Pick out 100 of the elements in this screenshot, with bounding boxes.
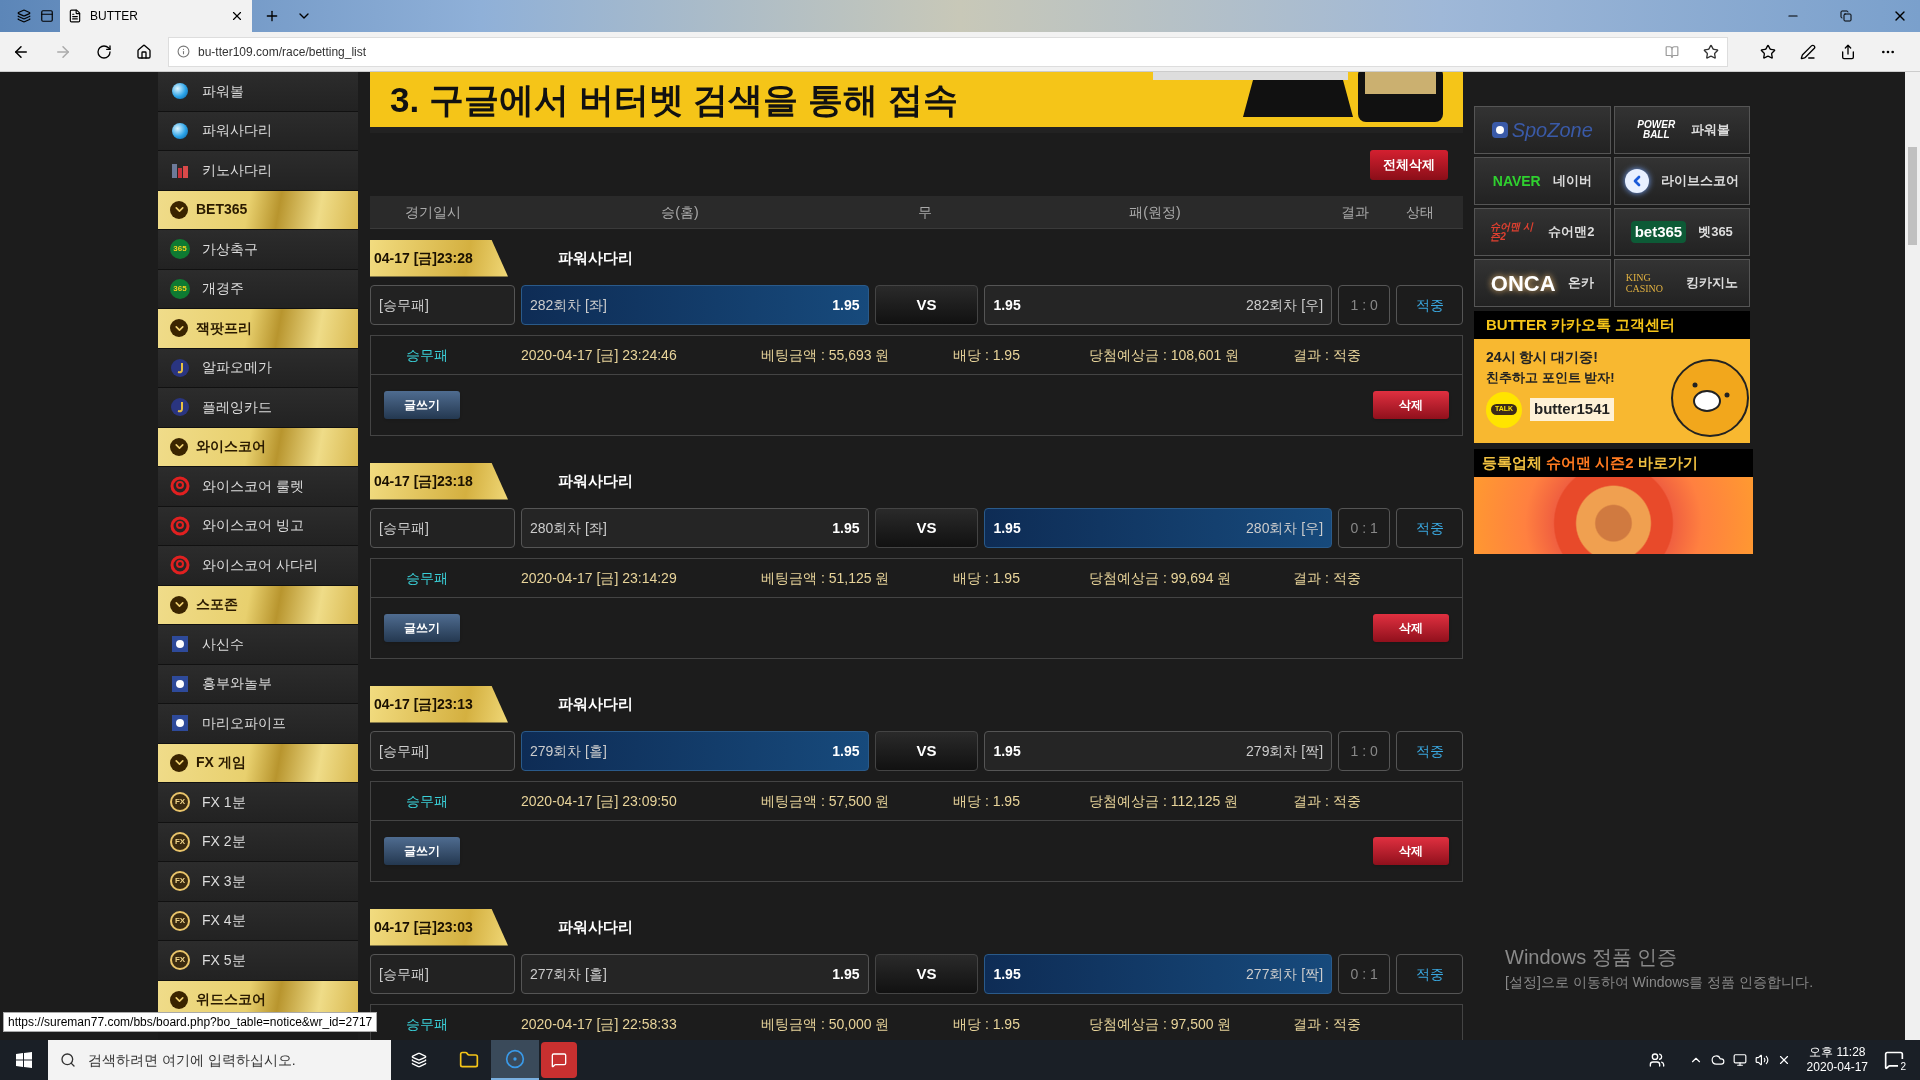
score: 1 : 0 (1338, 731, 1391, 771)
partner-link[interactable]: 라이브스코어 (1613, 157, 1750, 205)
badge-icon: 365 (170, 239, 190, 260)
clock-date: 2020-04-17 (1806, 1060, 1868, 1075)
bet-datetime: 2020-04-17 [금] 23:14:29 (521, 568, 678, 588)
sidebar-category[interactable]: BET365 (158, 190, 358, 230)
column-header: 경기일시 (404, 202, 462, 222)
home-option[interactable]: 282회차 [좌] 1.95 (520, 285, 869, 325)
bet-type: [승무패] (370, 731, 515, 771)
sureman-banner[interactable]: 등록업체 슈어맨 시즌2 바로가기 (1474, 449, 1753, 554)
banner-text: 바로가기 (1637, 452, 1698, 473)
restore-icon[interactable] (1840, 10, 1852, 22)
vs-label: VS (874, 508, 979, 548)
browser-tab[interactable]: BUTTER (60, 0, 252, 32)
delete-button[interactable]: 삭제 (1373, 391, 1449, 419)
sidebar-item[interactable]: 와이스코어 빙고 (158, 506, 358, 546)
refresh-icon[interactable] (96, 43, 112, 60)
new-tab-icon[interactable] (264, 8, 280, 24)
sidebar-item[interactable]: 사신수 (158, 625, 358, 665)
partner-link[interactable]: POWER BALL 파워볼 (1613, 106, 1750, 154)
chevron-down-icon (170, 753, 188, 772)
logo-text: ONCA (1490, 269, 1556, 298)
volume-icon[interactable] (1754, 1053, 1769, 1067)
sidebar-item[interactable]: FX FX 5분 (158, 941, 358, 981)
game-name: 파워사다리 (558, 247, 633, 268)
app-icon[interactable] (541, 1042, 577, 1078)
odds-text: 배당 : 1.95 (953, 345, 1021, 365)
home-option[interactable]: 277회차 [홀] 1.95 (520, 954, 869, 994)
home-option[interactable]: 280회차 [좌] 1.95 (520, 508, 869, 548)
bet-type: [승무패] (370, 285, 515, 325)
sidebar-category[interactable]: 와이스코어 (158, 427, 358, 467)
write-button[interactable]: 글쓰기 (384, 614, 460, 642)
favorites-icon[interactable] (1760, 43, 1776, 60)
bet-type: 승무패 (405, 345, 449, 365)
sidebar-item[interactable]: 알파오메가 (158, 348, 358, 388)
away-option[interactable]: 1.95 280회차 [우] (984, 508, 1333, 548)
delete-all-button[interactable]: 전체삭제 (1370, 149, 1448, 180)
score: 1 : 0 (1338, 285, 1391, 325)
partner-link[interactable]: KING CASINO 킹카지노 (1613, 259, 1750, 307)
sidebar-item[interactable]: 와이스코어 사다리 (158, 546, 358, 586)
close-tab-icon[interactable] (230, 9, 244, 23)
partner-link[interactable]: 슈어맨 시즌2 슈어맨2 (1474, 208, 1611, 256)
odds-text: 배당 : 1.95 (953, 568, 1021, 588)
taskbar-search-field[interactable]: 검색하려면 여기에 입력하십시오. (48, 1040, 391, 1080)
home-option[interactable]: 279회차 [홀] 1.95 (520, 731, 869, 771)
address-bar[interactable]: bu-tter109.com/race/betting_list (168, 36, 1728, 67)
sidebar-category[interactable]: 잭팟프리 (158, 309, 358, 349)
sidebar-item[interactable]: 365 개경주 (158, 269, 358, 309)
chevron-down-icon (170, 200, 188, 219)
sidebar-item[interactable]: 흥부와놀부 (158, 664, 358, 704)
partner-link[interactable]: NAVER 네이버 (1474, 157, 1611, 205)
reading-view-icon[interactable] (1665, 44, 1679, 59)
partner-link[interactable]: ONCA 온카 (1474, 259, 1611, 307)
sidebar-item[interactable]: FX FX 2분 (158, 822, 358, 862)
bet-type: 승무패 (405, 1014, 449, 1034)
home-icon[interactable] (136, 43, 152, 60)
sidebar-item[interactable]: 와이스코어 룰렛 (158, 467, 358, 507)
sidebar-item[interactable]: FX FX 1분 (158, 783, 358, 823)
vs-label: VS (874, 954, 979, 994)
logo-text: 슈어맨 시즌2 (1490, 222, 1535, 242)
kakao-line: 24시 항시 대기중! (1486, 348, 1599, 367)
info-icon[interactable] (177, 45, 190, 58)
result-text: 결과 : 적중 (1293, 791, 1361, 811)
sidebar-item[interactable]: 마리오파이프 (158, 704, 358, 744)
kakao-id: butter1541 (1530, 398, 1614, 421)
sidebar-item[interactable]: 파워볼 (158, 72, 358, 112)
sidebar-item[interactable]: 키노사다리 (158, 151, 358, 191)
folder-icon[interactable] (459, 1050, 479, 1070)
scrollbar[interactable] (1905, 72, 1920, 1040)
pen-icon[interactable] (1800, 43, 1816, 60)
delete-button[interactable]: 삭제 (1373, 614, 1449, 642)
people-icon[interactable] (1648, 1052, 1665, 1068)
delete-button[interactable]: 삭제 (1373, 837, 1449, 865)
away-option[interactable]: 1.95 282회차 [우] (984, 285, 1333, 325)
match-time-tag: 04-17 [금]23:28 (370, 239, 508, 277)
share-icon[interactable] (1840, 43, 1856, 60)
sidebar-item[interactable]: FX FX 3분 (158, 862, 358, 902)
write-button[interactable]: 글쓰기 (384, 837, 460, 865)
square-icon (172, 675, 188, 692)
away-option[interactable]: 1.95 279회차 [짝] (984, 731, 1333, 771)
favorite-icon[interactable] (1703, 43, 1719, 60)
sidebar-category[interactable]: FX 게임 (158, 743, 358, 783)
away-option[interactable]: 1.95 277회차 [짝] (984, 954, 1333, 994)
cloud-icon[interactable] (1710, 1053, 1725, 1067)
game-name: 파워사다리 (558, 470, 633, 491)
partner-link[interactable]: bet365 벳365 (1613, 208, 1750, 256)
sidebar-item[interactable]: 365 가상축구 (158, 230, 358, 270)
kakao-line: 친추하고 포인트 받자! (1486, 369, 1615, 387)
logo-text: NAVER (1492, 171, 1541, 191)
write-button[interactable]: 글쓰기 (384, 391, 460, 419)
task-view-icon[interactable] (411, 1052, 427, 1068)
sidebar-item[interactable]: 플레잉카드 (158, 388, 358, 428)
score: 0 : 1 (1338, 954, 1391, 994)
network-icon[interactable] (1732, 1053, 1747, 1067)
sidebar-item[interactable]: 파워사다리 (158, 111, 358, 151)
sidebar-category[interactable]: 스포존 (158, 585, 358, 625)
expected-payout: 당첨예상금 : 97,500 원 (1089, 1014, 1233, 1034)
match-time-tag: 04-17 [금]23:03 (370, 908, 508, 946)
column-header: 상태 (1405, 202, 1435, 222)
sidebar-item[interactable]: FX FX 4분 (158, 901, 358, 941)
